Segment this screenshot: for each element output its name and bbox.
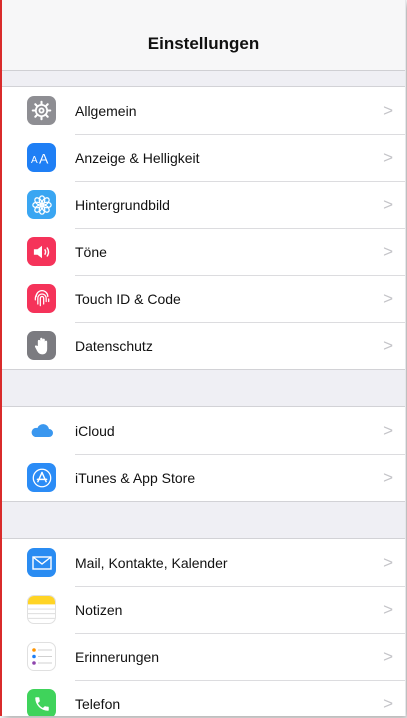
phone-icon (27, 689, 56, 716)
settings-row-label: Hintergrundbild (75, 196, 170, 213)
settings-row-hintergrundbild[interactable]: Hintergrundbild > (2, 181, 405, 228)
chevron-right-icon: > (383, 552, 393, 572)
settings-row-label: Telefon (75, 695, 121, 712)
settings-row-itunes[interactable]: iTunes & App Store > (2, 454, 405, 501)
settings-screen: Einstellungen Allgemein > A A Anzeige & … (0, 0, 406, 716)
mail-icon (27, 548, 56, 577)
settings-row-allgemein[interactable]: Allgemein > (2, 87, 405, 134)
settings-group-apps: Mail, Kontakte, Kalender > Notizen > Eri… (2, 538, 405, 716)
wallpaper-flower-icon (27, 190, 56, 219)
chevron-right-icon: > (383, 241, 393, 261)
svg-text:A: A (39, 150, 49, 166)
settings-row-toene[interactable]: Töne > (2, 228, 405, 275)
chevron-right-icon: > (383, 288, 393, 308)
navigation-bar: Einstellungen (2, 0, 405, 71)
chevron-right-icon: > (383, 420, 393, 440)
settings-row-label: Datenschutz (75, 337, 153, 354)
notes-icon (27, 595, 56, 624)
settings-row-label: Töne (75, 243, 107, 260)
settings-group-general: Allgemein > A A Anzeige & Helligkeit > H… (2, 86, 405, 370)
chevron-right-icon: > (383, 335, 393, 355)
settings-row-label: Mail, Kontakte, Kalender (75, 554, 228, 571)
settings-row-notizen[interactable]: Notizen > (2, 586, 405, 633)
settings-row-label: Erinnerungen (75, 648, 160, 665)
settings-row-touch-id[interactable]: Touch ID & Code > (2, 275, 405, 322)
app-store-icon (27, 463, 56, 492)
cloud-icon (27, 416, 56, 445)
settings-row-mail[interactable]: Mail, Kontakte, Kalender > (2, 539, 405, 586)
settings-row-label: Anzeige & Helligkeit (75, 149, 200, 166)
section-spacer (2, 502, 405, 538)
settings-row-label: Notizen (75, 601, 123, 618)
settings-row-telefon[interactable]: Telefon > (2, 680, 405, 716)
speaker-icon (27, 237, 56, 266)
settings-row-label: Touch ID & Code (75, 290, 181, 307)
chevron-right-icon: > (383, 147, 393, 167)
chevron-right-icon: > (383, 467, 393, 487)
settings-row-label: iTunes & App Store (75, 469, 196, 486)
text-size-icon: A A (27, 143, 56, 172)
hand-icon (27, 331, 56, 360)
reminders-icon (27, 642, 56, 671)
settings-row-erinnerungen[interactable]: Erinnerungen > (2, 633, 405, 680)
chevron-right-icon: > (383, 646, 393, 666)
fingerprint-icon (27, 284, 56, 313)
section-spacer (2, 71, 405, 86)
settings-row-label: Allgemein (75, 102, 137, 119)
svg-text:A: A (31, 155, 38, 166)
settings-group-cloud: iCloud > iTunes & App Store > (2, 406, 405, 502)
settings-row-label: iCloud (75, 422, 115, 439)
settings-row-datenschutz[interactable]: Datenschutz > (2, 322, 405, 369)
section-spacer (2, 370, 405, 406)
gear-icon (27, 96, 56, 125)
settings-row-anzeige[interactable]: A A Anzeige & Helligkeit > (2, 134, 405, 181)
chevron-right-icon: > (383, 693, 393, 713)
settings-row-icloud[interactable]: iCloud > (2, 407, 405, 454)
chevron-right-icon: > (383, 100, 393, 120)
chevron-right-icon: > (383, 599, 393, 619)
page-title: Einstellungen (147, 34, 260, 53)
chevron-right-icon: > (383, 194, 393, 214)
